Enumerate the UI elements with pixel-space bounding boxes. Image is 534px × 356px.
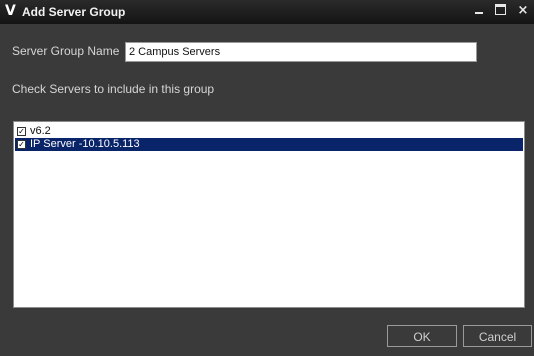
server-group-name-label: Server Group Name	[12, 44, 120, 58]
server-group-name-input[interactable]	[125, 42, 477, 62]
server-list-item[interactable]: ✓ v6.2	[15, 125, 523, 138]
server-checkbox[interactable]: ✓	[17, 127, 26, 136]
server-name: v6.2	[30, 125, 51, 137]
ok-button[interactable]: OK	[387, 325, 457, 347]
maximize-button[interactable]	[491, 2, 509, 20]
app-logo: V	[5, 3, 16, 19]
window-title: Add Server Group	[22, 5, 126, 19]
check-servers-label: Check Servers to include in this group	[12, 82, 215, 96]
close-icon: ×	[517, 3, 529, 18]
server-checkbox[interactable]: ✓	[17, 140, 26, 149]
server-name: IP Server -10.10.5.113	[30, 138, 140, 150]
maximize-icon	[494, 4, 506, 15]
minimize-button[interactable]	[470, 2, 488, 20]
title-bar[interactable]: V Add Server Group ×	[0, 0, 534, 24]
server-list-item-selected[interactable]: ✓ IP Server -10.10.5.113	[15, 138, 523, 151]
add-server-group-dialog: V Add Server Group × Server Group Name C…	[0, 0, 534, 356]
close-button[interactable]: ×	[514, 2, 532, 20]
minimize-icon	[475, 11, 483, 14]
server-list[interactable]: ✓ v6.2 ✓ IP Server -10.10.5.113	[13, 121, 525, 308]
cancel-button[interactable]: Cancel	[463, 325, 532, 347]
